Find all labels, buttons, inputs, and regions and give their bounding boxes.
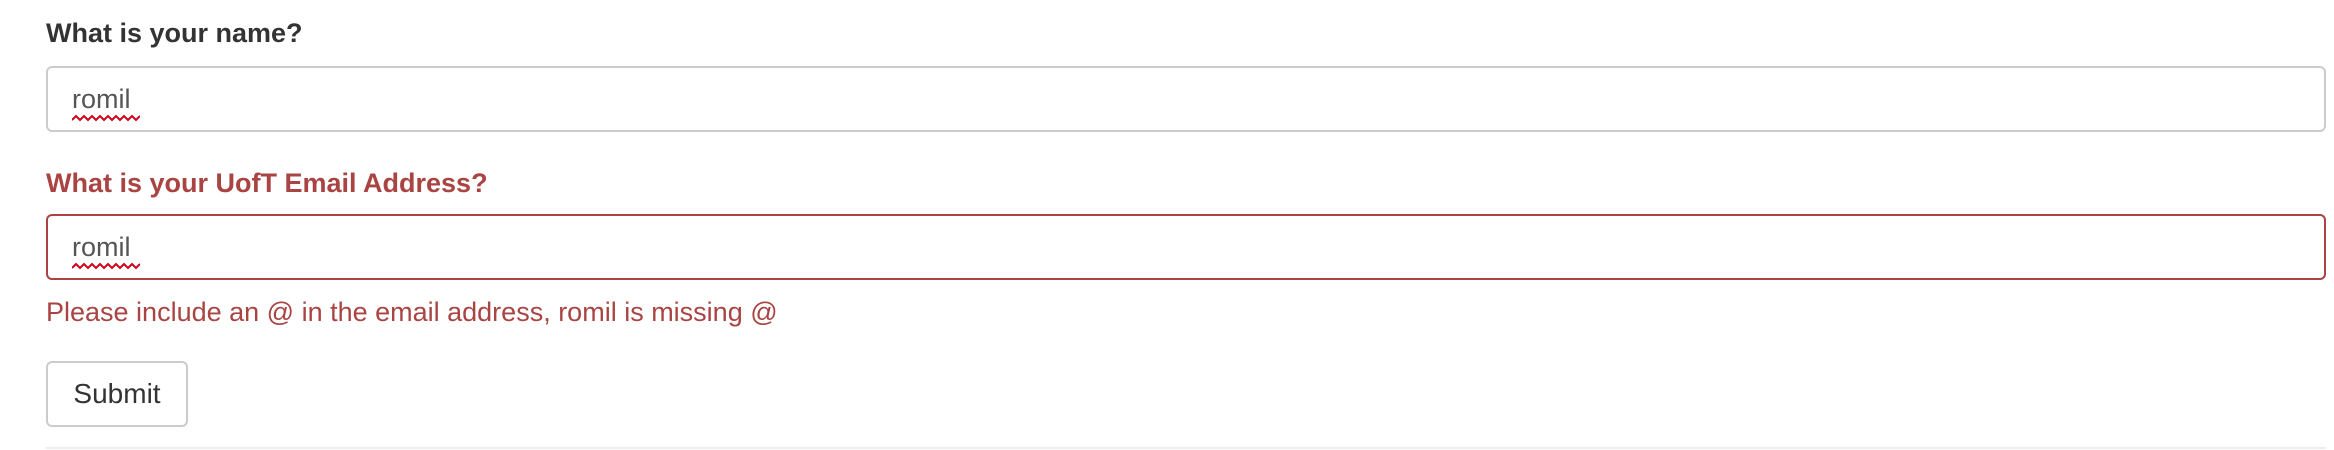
email-error-message: Please include an @ in the email address… — [46, 297, 778, 327]
submit-button[interactable]: Submit — [46, 361, 188, 427]
email-input[interactable]: romil — [46, 214, 2326, 280]
email-label: What is your UofT Email Address? — [46, 168, 488, 198]
name-input-value: romil — [72, 84, 131, 114]
name-label: What is your name? — [46, 18, 303, 48]
email-input-value: romil — [72, 232, 131, 262]
name-input[interactable]: romil — [46, 66, 2326, 132]
spellcheck-underline — [72, 114, 140, 122]
spellcheck-underline — [72, 262, 140, 270]
divider — [46, 447, 2326, 449]
